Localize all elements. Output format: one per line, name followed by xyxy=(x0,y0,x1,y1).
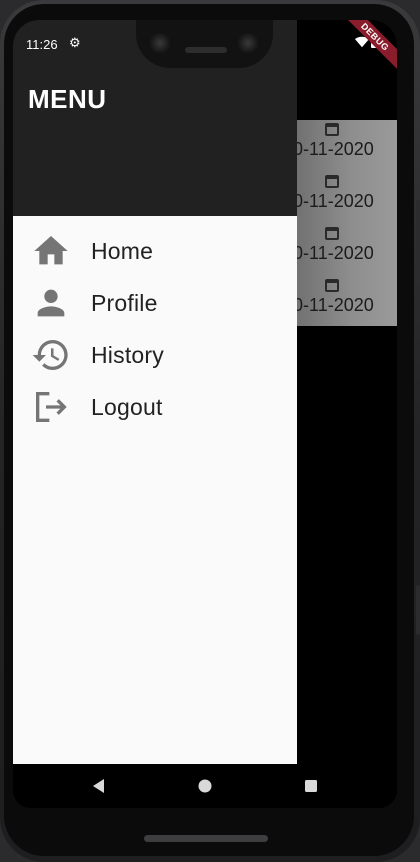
drawer-title: MENU xyxy=(28,84,107,114)
drawer-menu: Home Profile History Logout xyxy=(13,216,297,764)
volume-button xyxy=(416,585,420,635)
power-button xyxy=(416,200,420,270)
menu-item-logout[interactable]: Logout xyxy=(13,381,297,433)
logout-icon xyxy=(31,387,71,427)
camera-icon xyxy=(238,33,258,53)
camera-notch xyxy=(136,20,273,68)
calendar-icon xyxy=(325,175,339,188)
history-icon xyxy=(31,335,71,375)
camera-icon xyxy=(150,33,170,53)
back-triangle-icon[interactable] xyxy=(89,776,109,796)
menu-item-profile[interactable]: Profile xyxy=(13,277,297,329)
menu-item-label: Home xyxy=(91,238,154,264)
home-indicator xyxy=(144,835,268,842)
background-list: 10-11-2020 10-11-2020 10-11-2020 10-11-2… xyxy=(283,120,397,326)
home-icon xyxy=(31,231,71,271)
system-nav-bar xyxy=(13,764,397,808)
menu-item-label: Profile xyxy=(91,290,158,316)
menu-item-label: Logout xyxy=(91,394,163,420)
list-item[interactable]: 10-11-2020 xyxy=(283,120,397,172)
status-time: 11:26 xyxy=(26,37,58,52)
person-icon xyxy=(31,283,71,323)
calendar-icon xyxy=(325,123,339,136)
recents-square-icon[interactable] xyxy=(301,776,321,796)
calendar-icon xyxy=(325,227,339,240)
home-circle-icon[interactable] xyxy=(195,776,215,796)
earpiece-speaker xyxy=(185,47,227,53)
list-item[interactable]: 10-11-2020 xyxy=(283,224,397,276)
menu-item-home[interactable]: Home xyxy=(13,225,297,277)
menu-item-history[interactable]: History xyxy=(13,329,297,381)
gear-icon: ⚙ xyxy=(69,35,81,50)
menu-item-label: History xyxy=(91,342,164,368)
calendar-icon xyxy=(325,279,339,292)
screen: 10-11-2020 10-11-2020 10-11-2020 10-11-2… xyxy=(13,20,397,808)
navigation-drawer: MENU Home Profile History Logout xyxy=(13,20,297,764)
list-item[interactable]: 10-11-2020 xyxy=(283,276,397,328)
list-item[interactable]: 10-11-2020 xyxy=(283,172,397,224)
